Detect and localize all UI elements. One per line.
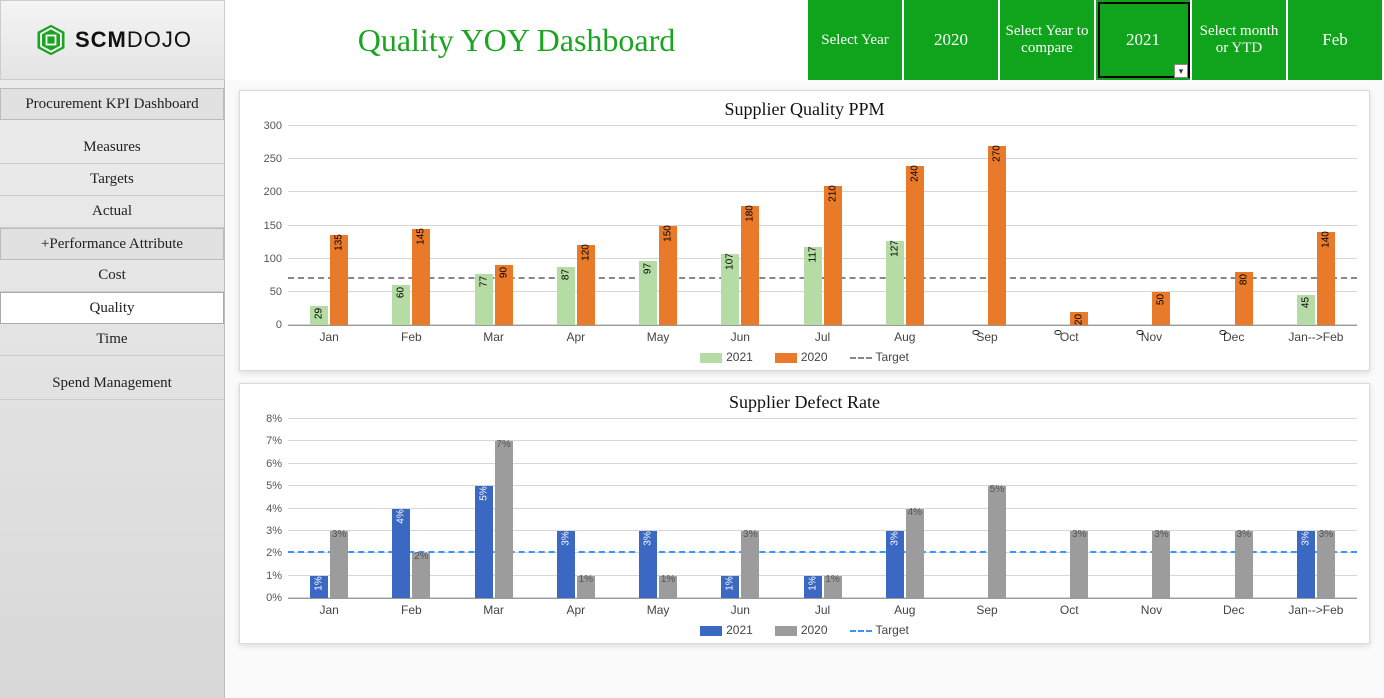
- bar: 7%: [495, 441, 513, 598]
- bar: 3%: [330, 531, 348, 598]
- bar: 3%: [639, 531, 657, 598]
- category-label: Sep: [946, 326, 1028, 344]
- category-label: Dec: [1193, 599, 1275, 617]
- bar: 1%: [804, 576, 822, 598]
- bar: 1%: [659, 576, 677, 598]
- category-label: Jan-->Feb: [1275, 326, 1357, 344]
- category-label: Jan: [288, 326, 370, 344]
- bar: 120: [577, 245, 595, 325]
- sidebar-item-quality[interactable]: Quality: [0, 292, 224, 324]
- chevron-down-icon[interactable]: ▾: [1174, 64, 1188, 78]
- category-label: Jan: [288, 599, 370, 617]
- bar: 80: [1235, 272, 1253, 325]
- chart-ppm-legend: 2021 2020 Target: [252, 344, 1357, 364]
- bar: 5%: [475, 486, 493, 598]
- category-label: Jun: [699, 326, 781, 344]
- bar: 90: [495, 265, 513, 325]
- select-year-value[interactable]: 2020: [904, 0, 1000, 80]
- compare-year-value[interactable]: 2021 ▾: [1096, 0, 1192, 80]
- bar: 5%: [988, 486, 1006, 598]
- bar: 135: [330, 235, 348, 325]
- bar: 210: [824, 186, 842, 325]
- bar: 3%: [886, 531, 904, 598]
- category-label: Oct: [1028, 326, 1110, 344]
- sidebar-item-cost[interactable]: Cost: [0, 260, 224, 292]
- category-label: Jun: [699, 599, 781, 617]
- bar: 127: [886, 241, 904, 325]
- category-label: May: [617, 326, 699, 344]
- category-label: Sep: [946, 599, 1028, 617]
- bar: 97: [639, 261, 657, 325]
- bar: 1%: [310, 576, 328, 598]
- bar: 3%: [1070, 531, 1088, 598]
- category-label: Apr: [535, 599, 617, 617]
- bar: 20: [1070, 312, 1088, 325]
- bar: 60: [392, 285, 410, 325]
- bar: 29: [310, 306, 328, 325]
- compare-year-label: Select Year to compare: [1000, 0, 1096, 80]
- bar: 77: [475, 274, 493, 325]
- hex-icon: [33, 22, 69, 58]
- category-label: Feb: [370, 326, 452, 344]
- bar: 145: [412, 229, 430, 325]
- select-month-value[interactable]: Feb: [1288, 0, 1384, 80]
- category-label: Feb: [370, 599, 452, 617]
- category-label: May: [617, 599, 699, 617]
- category-label: Oct: [1028, 599, 1110, 617]
- bar: 87: [557, 267, 575, 325]
- category-label: Jul: [781, 599, 863, 617]
- sidebar-item-actual[interactable]: Actual: [0, 196, 224, 228]
- category-label: Mar: [452, 326, 534, 344]
- bar: 240: [906, 166, 924, 325]
- category-label: Apr: [535, 326, 617, 344]
- category-label: Dec: [1193, 326, 1275, 344]
- sidebar-item-time[interactable]: Time: [0, 324, 224, 356]
- sidebar-perf-header[interactable]: +Performance Attribute: [0, 228, 224, 260]
- sidebar-header[interactable]: Procurement KPI Dashboard: [0, 88, 224, 120]
- bar: 1%: [721, 576, 739, 598]
- bar: 180: [741, 206, 759, 325]
- category-label: Aug: [864, 599, 946, 617]
- chart-ppm-title: Supplier Quality PPM: [252, 99, 1357, 120]
- bar: 4%: [392, 509, 410, 599]
- category-label: Nov: [1110, 599, 1192, 617]
- page-title: Quality YOY Dashboard: [225, 0, 808, 80]
- bar: 140: [1317, 232, 1335, 325]
- bar: 3%: [741, 531, 759, 598]
- bar: 1%: [577, 576, 595, 598]
- bar: 2%: [412, 553, 430, 598]
- category-label: Jul: [781, 326, 863, 344]
- select-year-label: Select Year: [808, 0, 904, 80]
- bar: 150: [659, 226, 677, 326]
- bar: 3%: [1152, 531, 1170, 598]
- bar: 117: [804, 247, 822, 325]
- sidebar-item-targets[interactable]: Targets: [0, 164, 224, 196]
- select-month-label: Select month or YTD: [1192, 0, 1288, 80]
- sidebar-item-measures[interactable]: Measures: [0, 132, 224, 164]
- bar: 3%: [557, 531, 575, 598]
- chart-defect-legend: 2021 2020 Target: [252, 617, 1357, 637]
- chart-defect-card: Supplier Defect Rate 0%1%2%3%4%5%6%7%8%1…: [239, 383, 1370, 644]
- bar: 3%: [1317, 531, 1335, 598]
- chart-defect-plot: 0%1%2%3%4%5%6%7%8%1%3%4%2%5%7%3%1%3%1%1%…: [288, 419, 1357, 599]
- sidebar: Procurement KPI Dashboard Measures Targe…: [0, 80, 225, 698]
- chart-defect-title: Supplier Defect Rate: [252, 392, 1357, 413]
- brand-logo: SCMDOJO: [0, 0, 225, 80]
- bar: 45: [1297, 295, 1315, 325]
- chart-ppm-plot: 0501001502002503002913560145779087120971…: [288, 126, 1357, 326]
- category-label: Jan-->Feb: [1275, 599, 1357, 617]
- bar: 3%: [1297, 531, 1315, 598]
- bar: 1%: [824, 576, 842, 598]
- bar: 3%: [1235, 531, 1253, 598]
- category-label: Aug: [864, 326, 946, 344]
- category-label: Mar: [452, 599, 534, 617]
- chart-ppm-card: Supplier Quality PPM 0501001502002503002…: [239, 90, 1370, 371]
- bar: 270: [988, 146, 1006, 325]
- category-label: Nov: [1110, 326, 1192, 344]
- bar: 4%: [906, 509, 924, 599]
- bar: 107: [721, 254, 739, 325]
- sidebar-item-spend[interactable]: Spend Management: [0, 368, 224, 400]
- bar: 50: [1152, 292, 1170, 325]
